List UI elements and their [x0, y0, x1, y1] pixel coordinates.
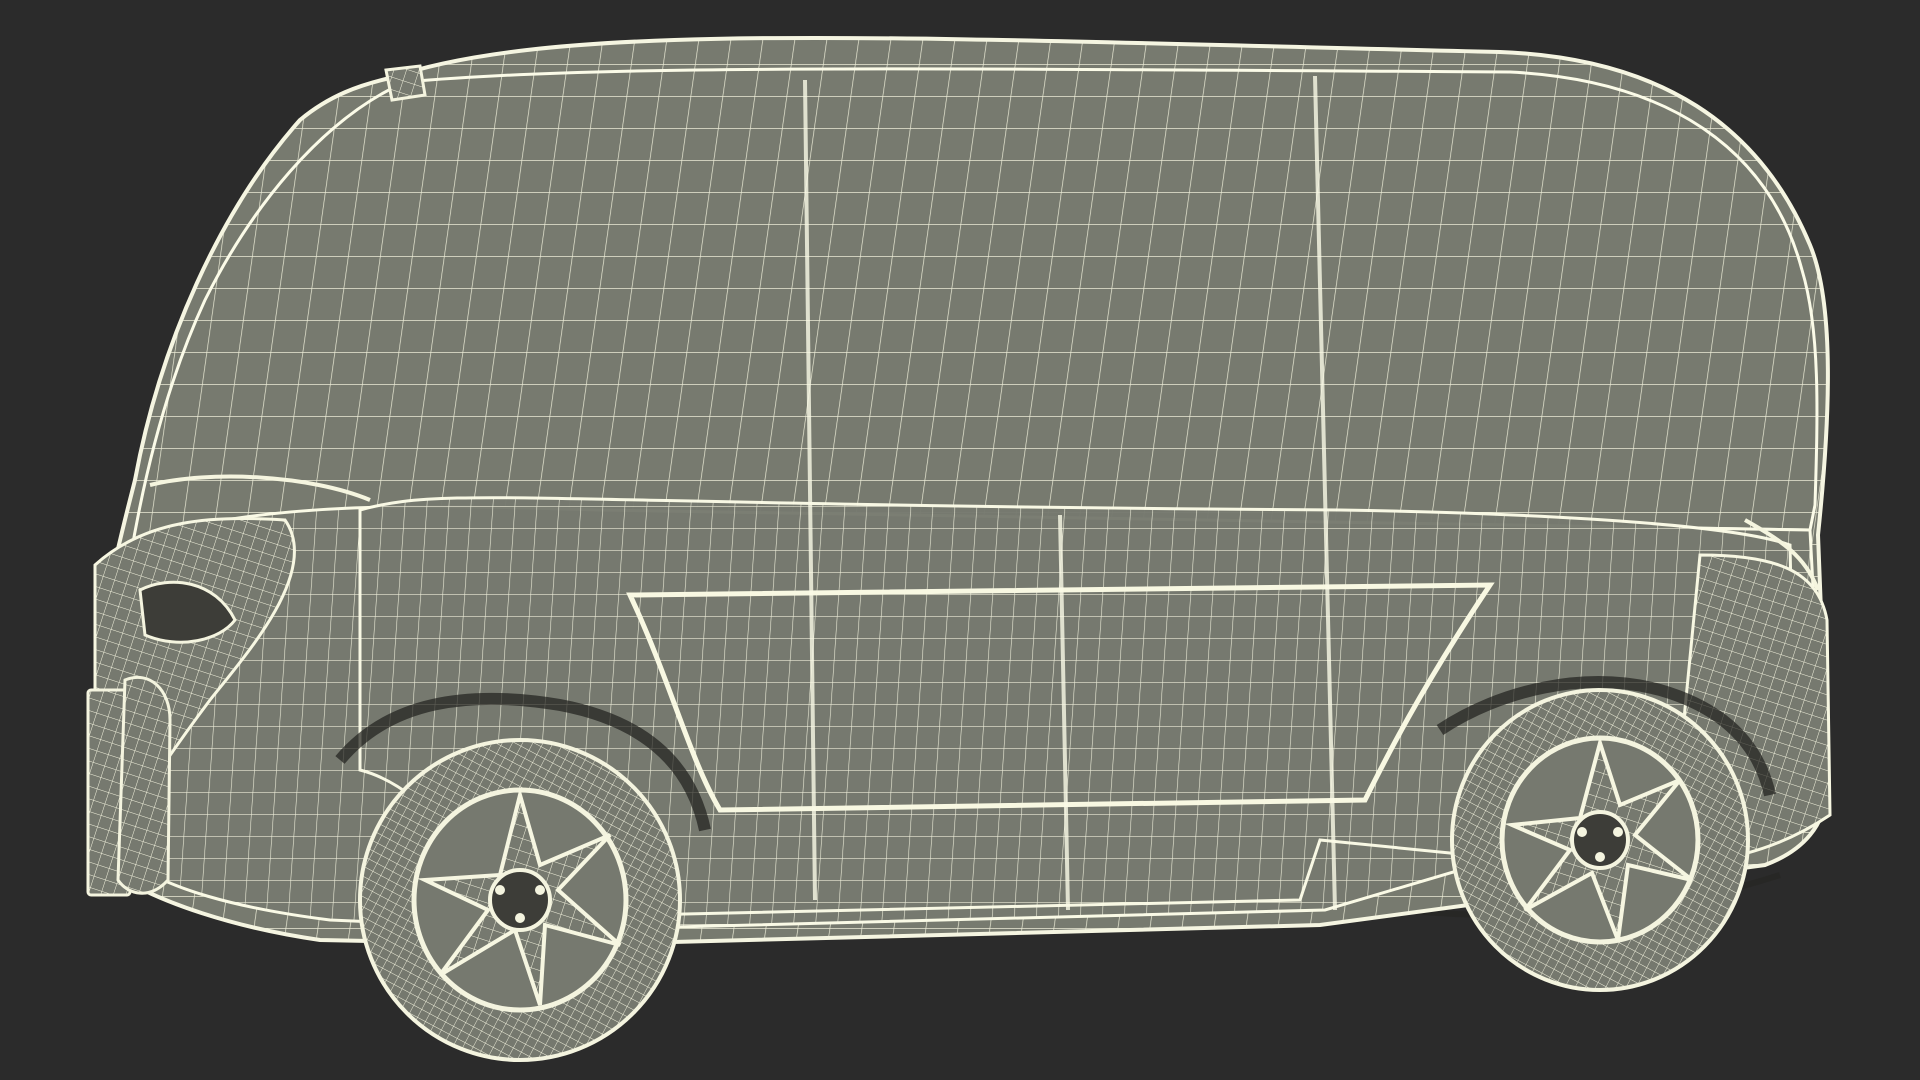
wireframe-vehicle-render: [86, 35, 1832, 1062]
front-wheel: [358, 738, 682, 1062]
wireframe-render-viewport: [0, 0, 1920, 1080]
rear-wheel: [1450, 688, 1750, 992]
roof-sensor: [384, 64, 427, 102]
